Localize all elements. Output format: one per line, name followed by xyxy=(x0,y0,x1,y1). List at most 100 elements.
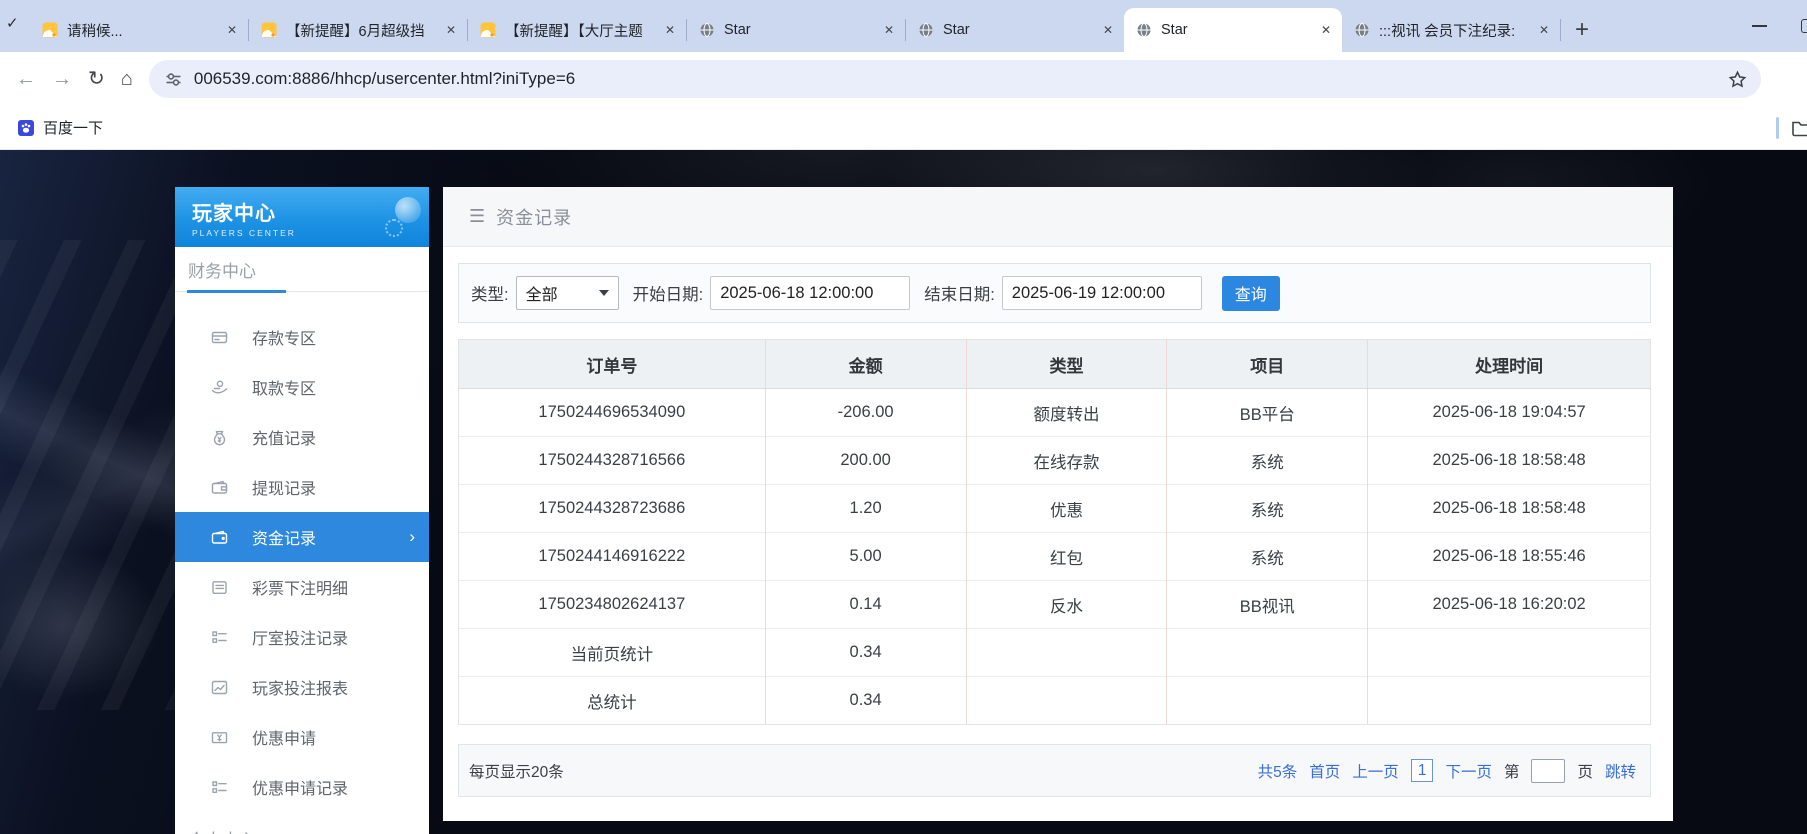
pagination-controls: 共5条 首页 上一页 1 下一页 第 页 跳转 xyxy=(1257,758,1636,783)
table-cell: 1750244146916222 xyxy=(458,532,766,581)
total-count-text: 共5条 xyxy=(1257,763,1298,781)
table-row: 1750244696534090 -206.00 额度转出 BB平台 2025-06-1… xyxy=(458,388,1651,437)
browser-tab[interactable]: 【新提醒】6月超级挡 ✕ xyxy=(249,8,467,52)
browser-tab[interactable]: Star ✕ xyxy=(687,8,905,52)
baidu-favicon-icon xyxy=(18,119,34,136)
browser-tab[interactable]: Star ✕ xyxy=(1124,8,1342,52)
tab-title: Star xyxy=(943,22,970,38)
sidebar-item-promo-record[interactable]: 优惠申请记录 xyxy=(175,762,429,812)
bookmark-baidu[interactable]: 百度一下 xyxy=(18,117,103,138)
jump-suffix-label: 页 xyxy=(1577,763,1593,781)
browser-tab[interactable]: Star ✕ xyxy=(906,8,1124,52)
table-cell: 2025-06-18 18:58:48 xyxy=(1367,436,1651,485)
promo-record-icon xyxy=(211,779,228,796)
sidebar-menu: 存款专区 取款专区 充值记录提现记录资金记录 › 彩票下注明细 厅室投注记录玩家投注报表优… xyxy=(175,292,429,812)
other-bookmarks-folder-icon[interactable] xyxy=(1791,118,1807,138)
table-cell: 1.20 xyxy=(764,484,967,533)
browser-toolbar: ← → ↻ ⌂ 006539.com:8886/hhcp/usercenter.… xyxy=(0,52,1807,106)
jump-prefix-label: 第 xyxy=(1503,763,1520,781)
table-header-cell: 类型 xyxy=(965,339,1167,389)
sidebar-item-recharge-bag[interactable]: 充值记录 xyxy=(175,412,429,462)
bookmark-label: 百度一下 xyxy=(43,120,104,137)
tab-close-icon[interactable]: ✕ xyxy=(1100,23,1116,37)
current-page-badge: 1 xyxy=(1410,759,1434,782)
sidebar-item-funds-record[interactable]: 资金记录 › xyxy=(175,512,429,562)
prev-page-link[interactable]: 上一页 xyxy=(1352,760,1399,782)
next-page-link[interactable]: 下一页 xyxy=(1445,760,1492,782)
home-icon[interactable]: ⌂ xyxy=(121,69,133,89)
table-cell: 0.14 xyxy=(764,580,967,629)
end-date-input[interactable]: 2025-06-19 12:00:00 xyxy=(1001,276,1202,310)
page-size-text: 每页显示20条 xyxy=(469,763,564,781)
url-text[interactable]: 006539.com:8886/hhcp/usercenter.html?ini… xyxy=(194,69,1728,89)
sidebar-item-label: 提现记录 xyxy=(252,481,317,498)
window-controls xyxy=(1752,0,1807,52)
hall-bet-icon xyxy=(211,629,228,646)
tab-close-icon[interactable]: ✕ xyxy=(1536,23,1552,37)
tab-close-icon[interactable]: ✕ xyxy=(881,23,897,37)
sidebar-item-label: 资金记录 xyxy=(252,531,317,548)
tab-list: 请稍候... ✕ 【新提醒】6月超级挡 ✕ 【新提醒】【大厅主题 ✕ Star ✕ Star ✕ S… xyxy=(30,0,1561,52)
maximize-button[interactable] xyxy=(1801,19,1807,33)
type-label: 类型: xyxy=(471,286,509,304)
sidebar-item-promo-apply[interactable]: 优惠申请 xyxy=(175,712,429,762)
page-title: 资金记录 xyxy=(496,207,573,228)
sidebar-item-label: 优惠申请 xyxy=(252,731,317,748)
sidebar-item-withdraw-hand[interactable]: 取款专区 xyxy=(175,362,429,412)
type-select-value: 全部 xyxy=(525,287,558,304)
tab-close-icon[interactable]: ✕ xyxy=(443,23,459,37)
recharge-bag-icon xyxy=(211,429,228,446)
promo-apply-icon xyxy=(211,729,228,746)
forward-icon[interactable]: → xyxy=(52,69,72,89)
sidebar-item-deposit-card[interactable]: 存款专区 xyxy=(175,312,429,362)
new-tab-button[interactable]: + xyxy=(1575,18,1589,42)
table-cell: 额度转出 xyxy=(965,388,1167,437)
back-icon[interactable]: ← xyxy=(16,69,36,89)
sidebar-item-hall-bet[interactable]: 厅室投注记录 xyxy=(175,612,429,662)
funds-record-icon xyxy=(211,529,228,546)
sidebar-item-label: 玩家投注报表 xyxy=(252,681,349,698)
sidebar-item-lottery-detail[interactable]: 彩票下注明细 xyxy=(175,562,429,612)
globe-favicon-icon xyxy=(1354,22,1370,38)
sidebar-item-label: 优惠申请记录 xyxy=(252,781,349,798)
browser-tab[interactable]: 请稍候... ✕ xyxy=(30,8,248,52)
sidebar-section-finance[interactable]: 财务中心 xyxy=(175,247,429,293)
sidebar-item-player-report[interactable]: 玩家投注报表 xyxy=(175,662,429,712)
table-cell xyxy=(1166,676,1368,725)
start-date-input[interactable]: 2025-06-18 12:00:00 xyxy=(710,276,911,310)
search-button[interactable]: 查询 xyxy=(1221,275,1280,311)
minimize-button[interactable] xyxy=(1752,25,1767,27)
tab-close-icon[interactable]: ✕ xyxy=(1318,23,1334,37)
tab-close-icon[interactable]: ✕ xyxy=(662,23,678,37)
table-row: 1750234802624137 0.14 反水 BB视讯 2025-06-18 16:… xyxy=(458,580,1651,629)
jump-button[interactable]: 跳转 xyxy=(1605,760,1636,782)
table-cell: 在线存款 xyxy=(965,436,1167,485)
table-cell xyxy=(965,676,1167,725)
tab-title: Star xyxy=(724,22,751,38)
sidebar-item-withdrawal-record[interactable]: 提现记录 xyxy=(175,462,429,512)
table-cell: 系统 xyxy=(1166,484,1368,533)
sidebar-header: 玩家中心 PLAYERS CENTER xyxy=(175,187,429,247)
browser-tab[interactable]: :::视讯 会员下注纪录: ✕ xyxy=(1342,8,1560,52)
tab-title: 【新提醒】【大厅主题 xyxy=(505,23,643,40)
tab-close-icon[interactable]: ✕ xyxy=(224,23,240,37)
table-cell: 红包 xyxy=(965,532,1167,581)
bookmark-star-icon[interactable] xyxy=(1728,70,1747,89)
end-date-label: 结束日期: xyxy=(924,286,995,304)
window-check-icon: ✓ xyxy=(6,15,19,32)
table-row: 1750244328723686 1.20 优惠 系统 2025-06-18 18:58… xyxy=(458,484,1651,533)
player-report-icon xyxy=(211,679,228,696)
first-page-link[interactable]: 首页 xyxy=(1309,760,1340,782)
table-cell: BB平台 xyxy=(1166,388,1368,437)
ball-decoration-icon xyxy=(395,197,421,223)
site-info-icon[interactable] xyxy=(165,71,182,88)
address-bar[interactable]: 006539.com:8886/hhcp/usercenter.html?ini… xyxy=(148,60,1761,98)
type-select[interactable]: 全部 xyxy=(515,276,619,310)
reload-icon[interactable]: ↻ xyxy=(88,69,105,89)
tab-strip: ✓ 请稍候... ✕ 【新提醒】6月超级挡 ✕ 【新提醒】【大厅主题 ✕ Star ✕ Star… xyxy=(0,0,1807,52)
deposit-card-icon xyxy=(211,329,228,346)
browser-tab[interactable]: 【新提醒】【大厅主题 ✕ xyxy=(468,8,686,52)
table-cell: 2025-06-18 18:55:46 xyxy=(1367,532,1651,581)
jump-page-input[interactable] xyxy=(1531,758,1566,783)
table-cell: 2025-06-18 16:20:02 xyxy=(1367,580,1651,629)
